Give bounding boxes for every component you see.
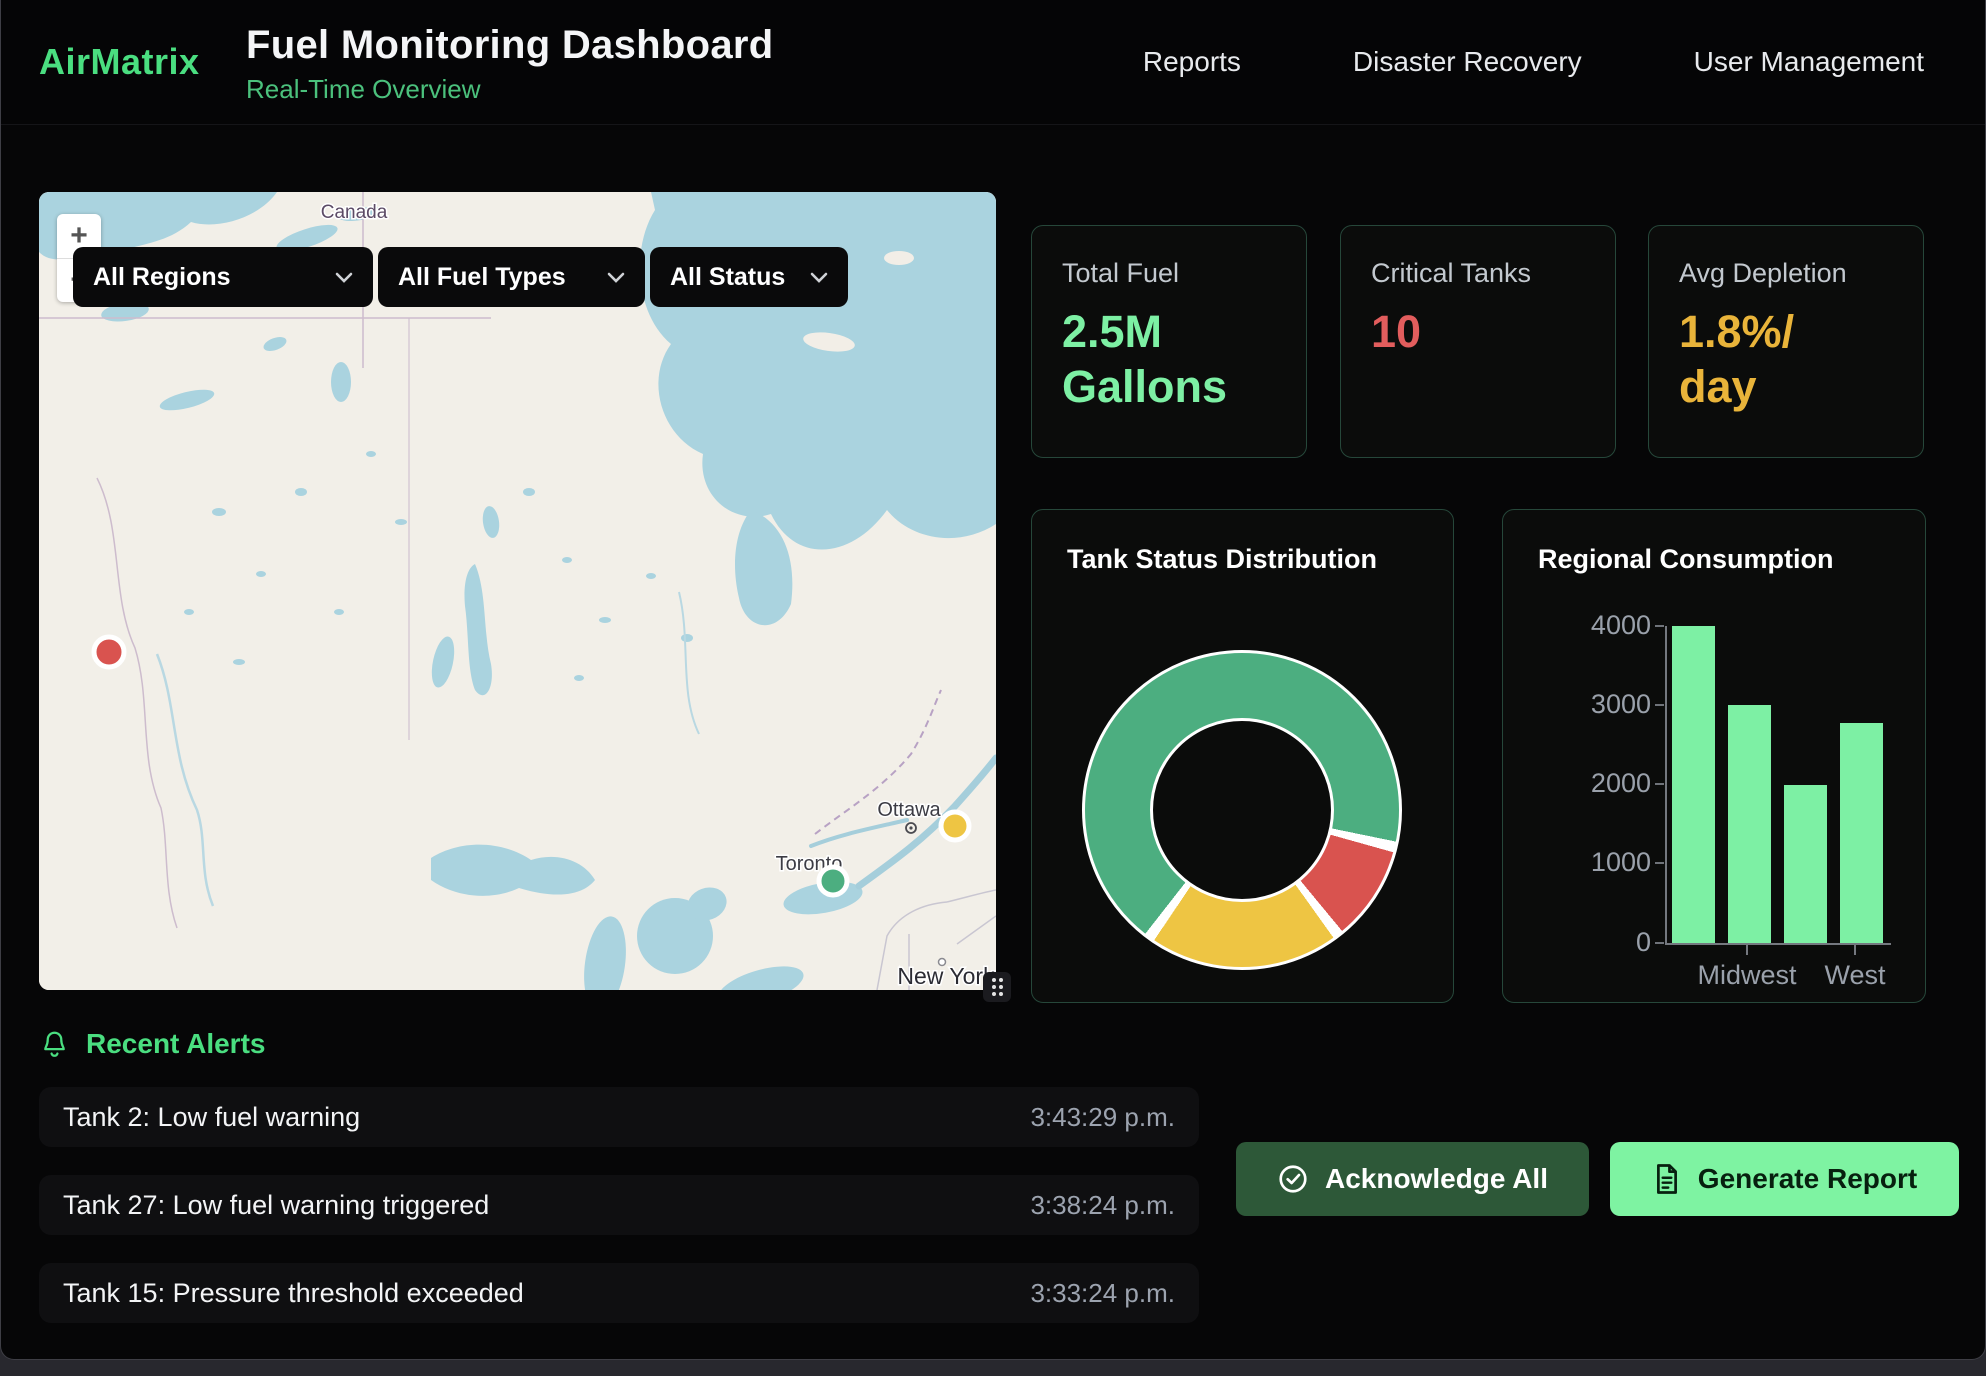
- y-tick: 4000: [1531, 610, 1651, 642]
- y-tick: 0: [1531, 927, 1651, 959]
- bar: [1672, 626, 1715, 943]
- stat-value-avg-depletion: 1.8%/day: [1679, 305, 1893, 415]
- donut-ring: [1082, 650, 1402, 970]
- title-block: Fuel Monitoring Dashboard Real-Time Over…: [246, 19, 773, 105]
- map-canvas: Canada Ottawa Toronto New York: [39, 192, 996, 990]
- alerts-header: Recent Alerts: [41, 1028, 265, 1060]
- y-tick: 1000: [1531, 847, 1651, 879]
- status-filter-value: All Status: [670, 263, 785, 292]
- alert-row: Tank 15: Pressure threshold exceeded 3:3…: [39, 1263, 1199, 1323]
- check-circle-icon: [1277, 1163, 1309, 1195]
- stat-value-critical-tanks: 10: [1371, 305, 1585, 360]
- bar: [1840, 723, 1883, 943]
- map-resize-handle[interactable]: [983, 972, 1011, 1002]
- document-icon: [1652, 1163, 1682, 1195]
- alert-time: 3:43:29 p.m.: [1030, 1102, 1175, 1133]
- alert-row: Tank 2: Low fuel warning 3:43:29 p.m.: [39, 1087, 1199, 1147]
- fuel-type-filter-select[interactable]: All Fuel Types: [378, 247, 645, 307]
- nav-link-disaster-recovery[interactable]: Disaster Recovery: [1353, 46, 1582, 78]
- generate-report-button[interactable]: Generate Report: [1610, 1142, 1959, 1216]
- page-subtitle: Real-Time Overview: [246, 74, 773, 105]
- bell-icon: [41, 1029, 68, 1059]
- top-nav: AirMatrix Fuel Monitoring Dashboard Real…: [1, 0, 1985, 125]
- stat-label: Total Fuel: [1062, 258, 1276, 289]
- map-filters: All Regions All Fuel Types All Status: [73, 247, 848, 307]
- stat-card-total-fuel: Total Fuel 2.5MGallons: [1031, 225, 1307, 458]
- brand-logo[interactable]: AirMatrix: [1, 41, 246, 83]
- region-filter-select[interactable]: All Regions: [73, 247, 373, 307]
- chevron-down-icon: [810, 272, 828, 283]
- stat-label: Avg Depletion: [1679, 258, 1893, 289]
- alert-row: Tank 27: Low fuel warning triggered 3:38…: [39, 1175, 1199, 1235]
- bar: [1728, 705, 1771, 943]
- bar: [1784, 785, 1827, 944]
- acknowledge-all-label: Acknowledge All: [1325, 1163, 1548, 1195]
- stat-card-critical-tanks: Critical Tanks 10: [1340, 225, 1616, 458]
- nav-link-user-management[interactable]: User Management: [1694, 46, 1924, 78]
- x-axis: [1665, 943, 1891, 945]
- regional-consumption-card: Regional Consumption 4000 3000 2000 1000…: [1502, 509, 1926, 1003]
- y-tick: 2000: [1531, 768, 1651, 800]
- donut-hole: [1150, 718, 1334, 902]
- bar-chart-title: Regional Consumption: [1538, 544, 1833, 575]
- status-filter-select[interactable]: All Status: [650, 247, 848, 307]
- map-label-canada: Canada: [321, 202, 388, 223]
- nav-links: Reports Disaster Recovery User Managemen…: [1143, 46, 1985, 78]
- alert-text: Tank 27: Low fuel warning triggered: [63, 1190, 489, 1221]
- chevron-down-icon: [607, 272, 625, 283]
- y-tick: 3000: [1531, 689, 1651, 721]
- dashboard-root: AirMatrix Fuel Monitoring Dashboard Real…: [0, 0, 1986, 1360]
- alert-text: Tank 2: Low fuel warning: [63, 1102, 360, 1133]
- donut-chart-title: Tank Status Distribution: [1067, 544, 1377, 575]
- stat-card-avg-depletion: Avg Depletion 1.8%/day: [1648, 225, 1924, 458]
- tank-status-card: Tank Status Distribution: [1031, 509, 1454, 1003]
- fuel-map[interactable]: Canada Ottawa Toronto New York + − All R…: [39, 192, 996, 990]
- x-tick-west: West: [1785, 960, 1925, 991]
- alert-time: 3:33:24 p.m.: [1030, 1278, 1175, 1309]
- chevron-down-icon: [335, 272, 353, 283]
- bar-plot: [1667, 626, 1897, 943]
- map-label-ottawa: Ottawa: [877, 799, 941, 821]
- page-title: Fuel Monitoring Dashboard: [246, 23, 773, 68]
- acknowledge-all-button[interactable]: Acknowledge All: [1236, 1142, 1589, 1216]
- normal-tank-marker[interactable]: [819, 867, 847, 895]
- warning-tank-marker[interactable]: [941, 812, 969, 840]
- map-label-new-york: New York: [897, 963, 995, 989]
- nav-link-reports[interactable]: Reports: [1143, 46, 1241, 78]
- region-filter-value: All Regions: [93, 263, 231, 292]
- stat-label: Critical Tanks: [1371, 258, 1585, 289]
- stat-value-total-fuel: 2.5MGallons: [1062, 305, 1276, 415]
- alerts-title: Recent Alerts: [86, 1028, 265, 1060]
- generate-report-label: Generate Report: [1698, 1163, 1917, 1195]
- alert-text: Tank 15: Pressure threshold exceeded: [63, 1278, 524, 1309]
- fuel-type-filter-value: All Fuel Types: [398, 263, 566, 292]
- critical-tank-marker[interactable]: [94, 637, 124, 667]
- alert-time: 3:38:24 p.m.: [1030, 1190, 1175, 1221]
